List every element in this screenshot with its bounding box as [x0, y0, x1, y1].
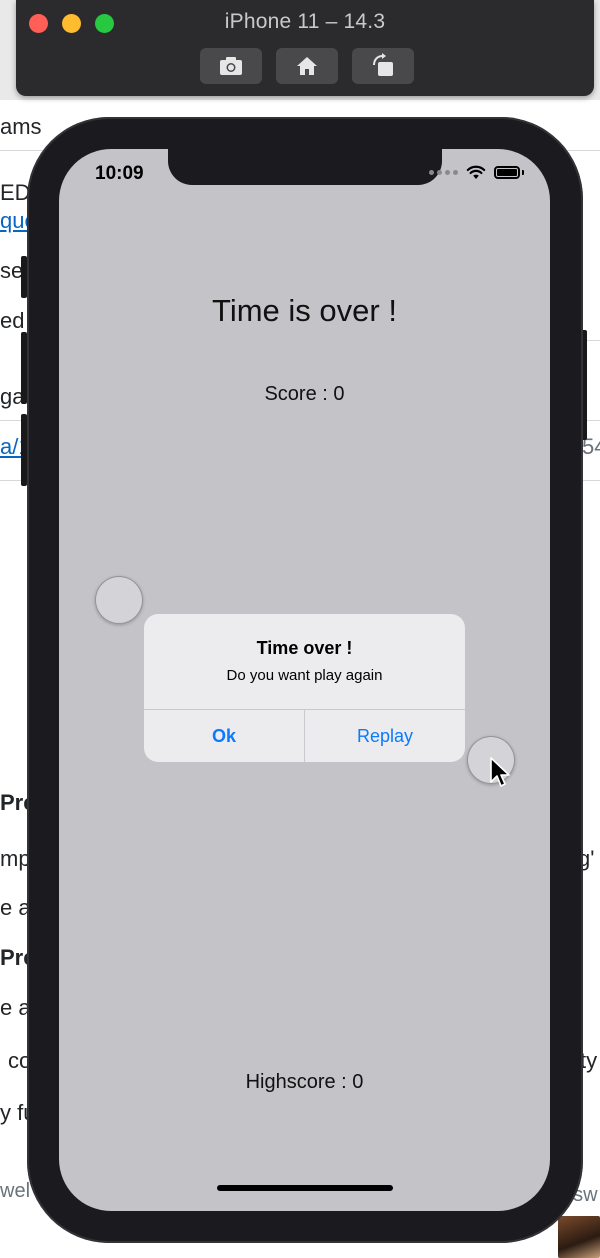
ok-button[interactable]: Ok: [144, 710, 304, 762]
mouse-pointer-icon: [490, 757, 510, 787]
wifi-icon: [466, 165, 486, 179]
iphone-device: 10:09 Time is over ! Score : 0 Time over…: [27, 117, 583, 1243]
cellular-signal-icon: [429, 170, 458, 175]
background-text: mp: [0, 846, 31, 871]
battery-icon: [494, 166, 520, 179]
simulator-title: iPhone 11 – 14.3: [224, 10, 386, 33]
status-time: 10:09: [95, 163, 144, 184]
game-over-heading: Time is over !: [212, 293, 397, 328]
background-text: e a: [0, 995, 31, 1020]
alert-message: Do you want play again: [226, 667, 383, 684]
status-icons: [429, 165, 524, 180]
home-icon: [297, 57, 317, 75]
phone-screen: 10:09 Time is over ! Score : 0 Time over…: [59, 149, 550, 1211]
score-label: Score : 0: [264, 383, 345, 405]
highscore-label: Highscore : 0: [245, 1071, 364, 1093]
home-button[interactable]: [276, 48, 338, 84]
rotate-icon: [373, 53, 393, 76]
camera-icon: [220, 57, 242, 75]
background-text: ams: [0, 114, 42, 139]
alert-dialog: Time over ! Do you want play again Ok Re…: [144, 614, 465, 762]
screenshot-button[interactable]: [200, 48, 262, 84]
alert-title: Time over !: [256, 638, 353, 658]
rotate-button[interactable]: [352, 48, 414, 84]
touch-indicator: [95, 576, 143, 624]
replay-button[interactable]: Replay: [305, 710, 465, 762]
notch: [168, 149, 442, 185]
avatar: [558, 1216, 600, 1258]
battery-tip: [522, 170, 524, 175]
background-text: se: [0, 258, 24, 283]
simulator-window-titlebar: iPhone 11 – 14.3: [16, 0, 594, 96]
background-text: ED: [0, 180, 31, 205]
background-text: e a: [0, 895, 31, 920]
background-text: wel: [0, 1180, 31, 1202]
home-indicator[interactable]: [217, 1185, 393, 1191]
